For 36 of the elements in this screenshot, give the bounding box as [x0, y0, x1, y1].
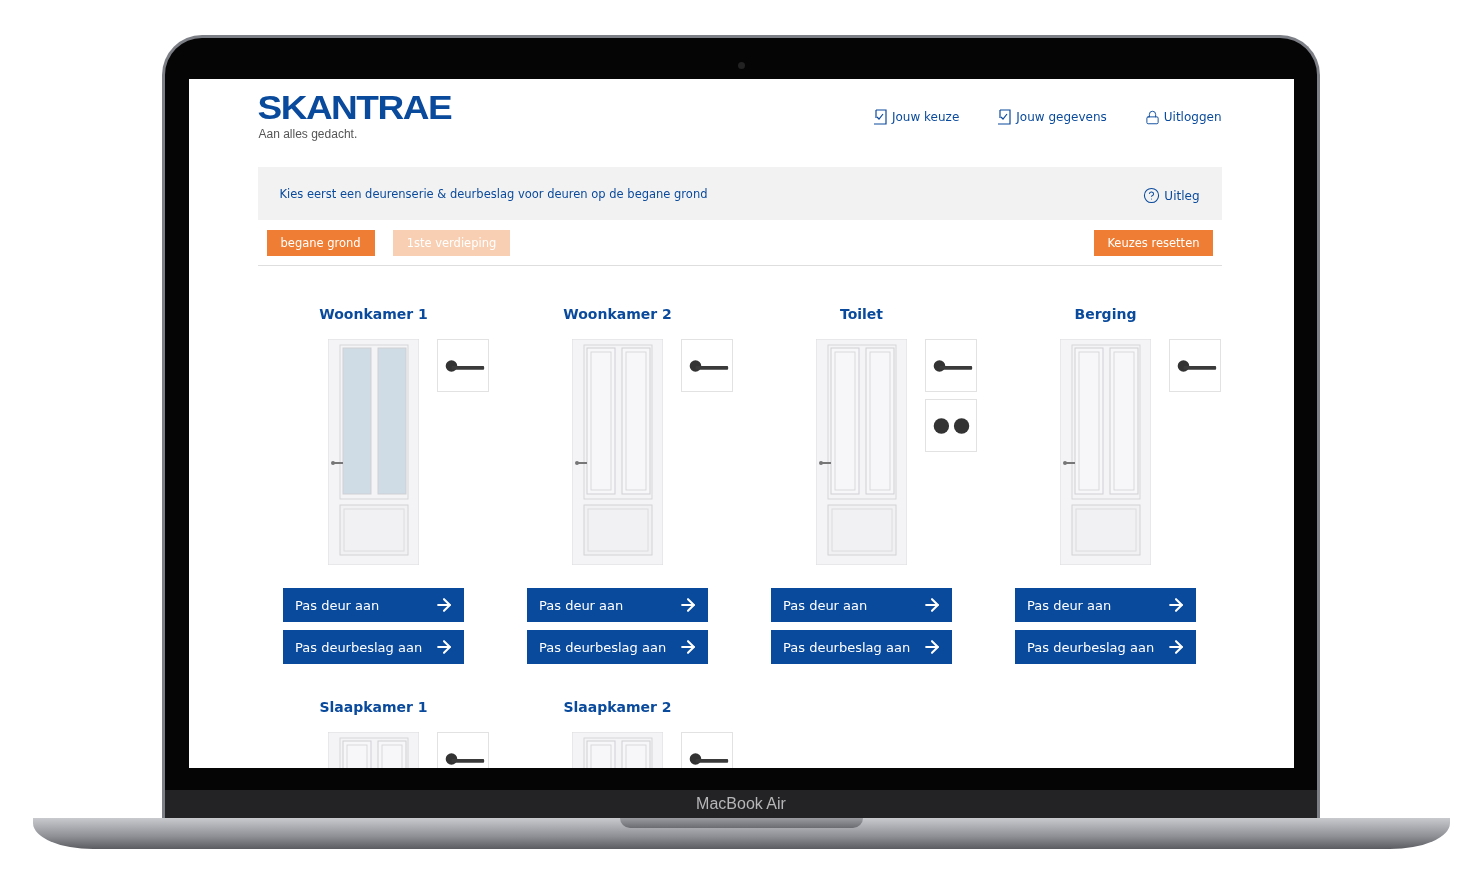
- adjust-button[interactable]: Pas deurbeslag aan: [283, 630, 464, 664]
- device-label: MacBook Air: [696, 795, 786, 813]
- room-title: Woonkamer 2: [563, 306, 672, 324]
- nav-link[interactable]: Jouw gegevens: [997, 109, 1107, 125]
- adjust-button[interactable]: Pas deur aan: [527, 588, 708, 622]
- help-icon: [1143, 187, 1161, 204]
- adjust-button[interactable]: Pas deurbeslag aan: [1015, 630, 1196, 664]
- rosettes-drawing[interactable]: [925, 399, 977, 452]
- adjust-button[interactable]: Pas deurbeslag aan: [527, 630, 708, 664]
- logo: SKANTRAE: [257, 92, 452, 124]
- nav-link[interactable]: Jouw keuze: [873, 109, 960, 125]
- door-handle-drawing[interactable]: [681, 339, 733, 392]
- room-title: Toilet: [839, 306, 884, 324]
- arrow-right-icon: [922, 637, 942, 657]
- room-title: Slaapkamer 2: [563, 699, 672, 717]
- adjust-button[interactable]: Pas deur aan: [283, 588, 464, 622]
- room-title: Slaapkamer 1: [319, 699, 428, 717]
- camera-icon: [738, 62, 745, 69]
- room-title: Berging: [1074, 306, 1137, 324]
- tagline: Aan alles gedacht.: [258, 127, 359, 141]
- arrow-right-icon: [922, 595, 942, 615]
- arrow-right-icon: [678, 595, 698, 615]
- room-title: Woonkamer 1: [319, 306, 428, 324]
- adjust-button[interactable]: Pas deurbeslag aan: [771, 630, 952, 664]
- document-check-icon: [873, 109, 888, 125]
- adjust-button[interactable]: Pas deur aan: [771, 588, 952, 622]
- door-handle-drawing[interactable]: [925, 339, 977, 392]
- arrow-right-icon: [678, 637, 698, 657]
- nav-link[interactable]: Uitloggen: [1144, 109, 1222, 125]
- door-handle-drawing[interactable]: [1169, 339, 1221, 392]
- help-link[interactable]: Uitleg: [1143, 187, 1200, 204]
- info-text: Kies eerst een deurenserie & deurbeslag voor deuren op de begane grond: [279, 186, 708, 201]
- adjust-button[interactable]: Pas deur aan: [1015, 588, 1196, 622]
- lock-icon: [1144, 109, 1160, 125]
- document-check-icon: [997, 109, 1013, 125]
- door-handle-drawing[interactable]: [437, 339, 489, 392]
